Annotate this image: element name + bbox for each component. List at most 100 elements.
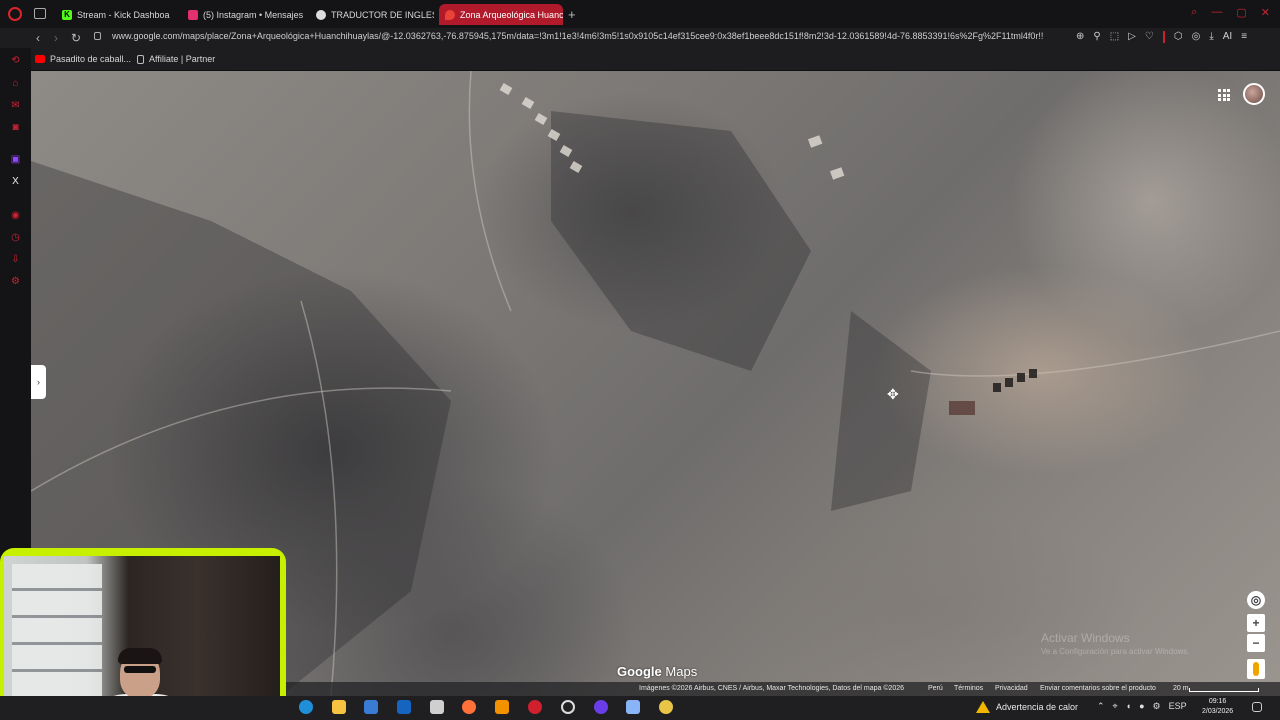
language-indicator[interactable]: ESP [1169, 701, 1187, 712]
pegman-street-view-icon[interactable] [1247, 659, 1265, 679]
zoom-out-button[interactable]: − [1247, 634, 1265, 652]
network-icon[interactable]: ⌖ [1113, 701, 1118, 712]
edge-icon[interactable] [299, 700, 313, 714]
tab-label: TRADUCTOR DE INGLES [331, 9, 434, 20]
sidebar-item-twitch-icon[interactable]: ▣ [10, 154, 21, 165]
link-terms[interactable]: Términos [954, 685, 983, 692]
watermark-title: Activar Windows [1041, 631, 1130, 645]
tab-google-maps[interactable]: Zona Arqueológica Huanc [439, 4, 563, 25]
pin-icon[interactable]: ⚲ [1093, 31, 1100, 43]
streamer-glasses [124, 666, 156, 673]
windows-activation-watermark: Activar Windows Ve a Configuración para … [1041, 631, 1190, 656]
tab-kick[interactable]: K Stream - Kick Dashboa [56, 4, 176, 25]
scale-label[interactable]: 20 m [1173, 685, 1189, 692]
sidebar-item-settings-icon[interactable]: ⚙ [10, 276, 21, 287]
clock-date: 2/03/2026 [1202, 708, 1234, 715]
streamer-hair [118, 648, 162, 664]
account-avatar[interactable] [1243, 83, 1265, 105]
extensions-icon[interactable]: ⬡ [1174, 31, 1183, 43]
snapshot-icon[interactable]: ⬚ [1110, 31, 1119, 43]
sidebar-item-whatsapp-icon[interactable]: ◙ [10, 122, 21, 133]
volume-icon[interactable]: ◖ [1126, 701, 1131, 712]
bookmark-label: Pasadito de caball... [50, 54, 132, 64]
store-icon[interactable] [364, 700, 378, 714]
bookmark-label: Affiliate | Partner [149, 54, 216, 64]
aria-ai-button[interactable]: AI [1223, 31, 1232, 43]
imagery-attribution: Imágenes ©2026 Airbus, CNES / Airbus, Ma… [639, 685, 905, 692]
bookmark-affiliate[interactable]: Affiliate | Partner [137, 54, 215, 64]
maps-pin-icon [445, 9, 455, 20]
google-apps-icon[interactable] [1218, 89, 1230, 101]
mic-icon[interactable]: ● [1139, 701, 1144, 712]
menu-icon[interactable]: ≡ [1241, 31, 1247, 43]
zoom-icon[interactable]: ⊕ [1076, 31, 1084, 43]
sidebar-item-downloads-icon[interactable]: ⇩ [10, 254, 21, 265]
kick-icon: K [62, 9, 72, 20]
sidebar-item-history-icon[interactable]: ◷ [10, 232, 21, 243]
opera-taskbar-icon[interactable] [528, 700, 542, 714]
google-maps-logo: Google Maps [617, 664, 697, 679]
tab-translator[interactable]: TRADUCTOR DE INGLES [310, 4, 434, 25]
link-privacy[interactable]: Privacidad [995, 685, 1028, 692]
weather-label: Advertencia de calor [996, 702, 1079, 712]
new-tab-button[interactable]: + [568, 7, 576, 22]
opera-logo-icon[interactable] [8, 7, 22, 21]
tab-strip: K Stream - Kick Dashboa (5) Instagram • … [0, 0, 1280, 28]
heart-icon[interactable]: ♡ [1145, 31, 1154, 43]
obs-icon[interactable] [561, 700, 575, 714]
tab-label: Zona Arqueológica Huanc [460, 9, 563, 20]
vlc-icon[interactable] [495, 700, 509, 714]
forward-button[interactable]: › [54, 31, 58, 45]
sidebar-item-aria-icon[interactable]: ⟲ [10, 55, 21, 66]
weather-widget[interactable]: Advertencia de calor [976, 701, 1078, 713]
zoom-in-button[interactable]: + [1247, 614, 1265, 632]
url-field[interactable]: www.google.com/maps/place/Zona+Arqueológ… [112, 31, 1070, 41]
link-country[interactable]: Perú [928, 685, 943, 692]
download-icon[interactable]: ⤓ [1209, 31, 1213, 43]
page-icon [137, 54, 144, 64]
collapse-panel-button[interactable]: › [31, 365, 46, 399]
bookmarks-bar: Pasadito de caball... Affiliate | Partne… [0, 48, 1280, 71]
tab-instagram[interactable]: (5) Instagram • Mensajes [182, 4, 308, 25]
webcam-overlay [0, 548, 286, 720]
system-tray: ⌃ ⌖ ◖ ● ⚙ ESP [1097, 701, 1187, 712]
google-logo-text: Google [617, 664, 662, 679]
sidebar-item-crypto-icon[interactable]: ⌂ [10, 78, 21, 89]
window-controls: ⌕ — ▢ ✕ [1191, 6, 1270, 19]
sidebar-item-messenger-icon[interactable]: ✉ [10, 100, 21, 111]
back-button[interactable]: ‹ [36, 31, 40, 45]
lock-icon[interactable] [94, 32, 101, 40]
windows-taskbar: Advertencia de calor ⌃ ⌖ ◖ ● ⚙ ESP 09:16… [0, 696, 1280, 720]
profile-icon[interactable]: ◎ [1192, 31, 1201, 43]
file-explorer-icon[interactable] [332, 700, 346, 714]
maps-logo-text: Maps [665, 664, 698, 679]
reload-button[interactable]: ↻ [71, 31, 81, 45]
bookmark-pasadito[interactable]: Pasadito de caball... [35, 54, 131, 64]
settings-icon[interactable]: ⚙ [1153, 701, 1161, 712]
workspaces-icon[interactable] [34, 8, 46, 19]
bookshelf [12, 564, 102, 714]
app-icon[interactable] [626, 700, 640, 714]
sidebar-item-player-icon[interactable]: ◉ [10, 210, 21, 221]
watermark-subtitle: Ve a Configuración para activar Windows. [1041, 647, 1190, 656]
chrome-icon[interactable] [659, 700, 673, 714]
chevron-up-icon[interactable]: ⌃ [1097, 701, 1105, 712]
translate-icon [316, 9, 326, 20]
instagram-icon [188, 9, 198, 20]
minimize-button[interactable]: — [1211, 6, 1222, 19]
address-bar-row: ‹ › ↻ www.google.com/maps/place/Zona+Arq… [0, 28, 1280, 48]
sidebar-item-x-icon[interactable]: X [10, 176, 21, 187]
search-icon[interactable]: ⌕ [1191, 6, 1197, 19]
youtube-icon [35, 55, 45, 63]
system-clock[interactable]: 09:16 2/03/2026 [1202, 697, 1233, 717]
player-icon[interactable]: ▷ [1128, 31, 1136, 43]
maximize-button[interactable]: ▢ [1236, 6, 1246, 19]
notifications-icon[interactable] [1252, 702, 1262, 712]
outlook-icon[interactable] [397, 700, 411, 714]
app-icon[interactable] [594, 700, 608, 714]
notepad-icon[interactable] [430, 700, 444, 714]
firefox-icon[interactable] [462, 700, 476, 714]
my-location-button[interactable]: ◎ [1247, 591, 1265, 609]
close-button[interactable]: ✕ [1261, 6, 1270, 19]
link-feedback[interactable]: Enviar comentarios sobre el producto [1040, 685, 1156, 692]
